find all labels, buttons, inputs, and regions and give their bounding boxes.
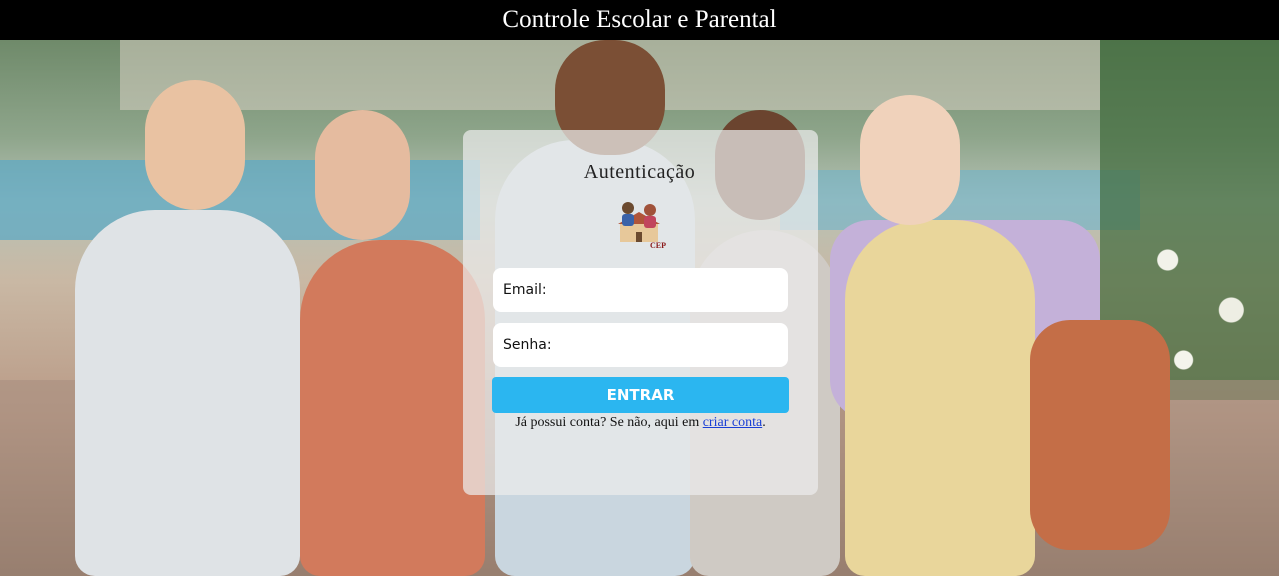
- app-title: Controle Escolar e Parental: [502, 6, 777, 33]
- password-field[interactable]: Senha:: [493, 323, 788, 367]
- login-card: [463, 130, 818, 495]
- email-field[interactable]: Email:: [493, 268, 788, 312]
- email-label: Email:: [503, 282, 547, 298]
- password-label: Senha:: [503, 337, 552, 353]
- email-input[interactable]: [548, 281, 788, 299]
- login-button[interactable]: ENTRAR: [492, 377, 789, 413]
- signup-note-prefix: Já possui conta? Se não, aqui em: [515, 415, 703, 430]
- create-account-link[interactable]: criar conta: [703, 415, 762, 430]
- password-input[interactable]: [553, 336, 788, 354]
- school-logo-icon: CEP: [618, 202, 666, 250]
- app-header: Controle Escolar e Parental: [0, 0, 1279, 40]
- signup-note-suffix: .: [762, 415, 766, 430]
- signup-note: Já possui conta? Se não, aqui em criar c…: [463, 415, 818, 431]
- logo-text: CEP: [650, 241, 666, 250]
- login-title: Autenticação: [583, 161, 696, 183]
